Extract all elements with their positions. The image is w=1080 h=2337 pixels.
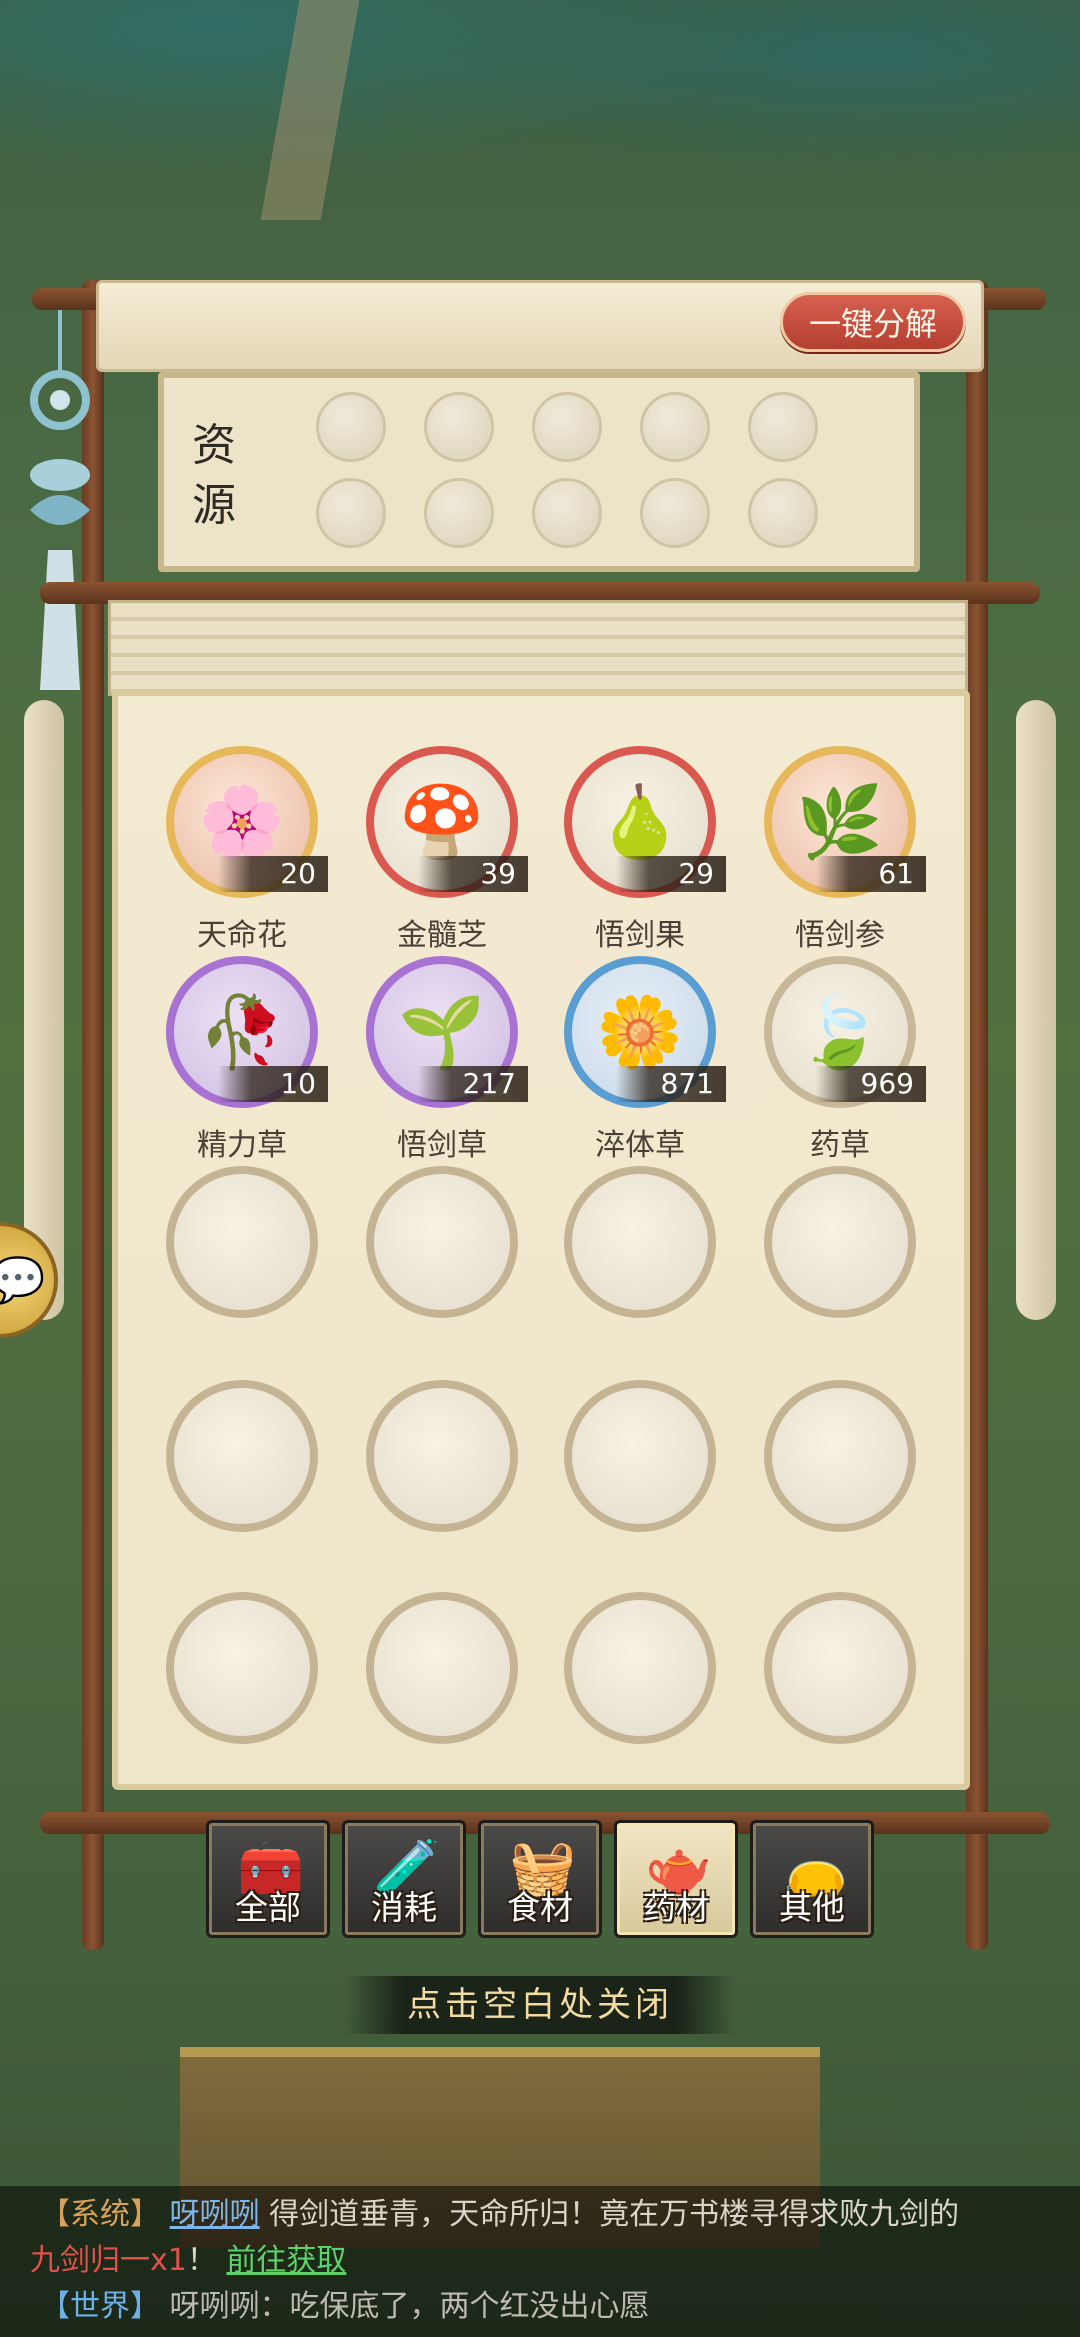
inventory-item[interactable]: 🥀 10 精力草 — [162, 956, 328, 1163]
chat-line: 九剑归一x1！ 前往获取 — [30, 2238, 346, 2284]
chat-line: 【系统】 呀咧咧 得剑道垂青，天命所归！竟在万书楼寻得求败九剑的 — [40, 2192, 959, 2238]
empty-slot[interactable] — [760, 1380, 920, 1580]
inventory-item[interactable]: 🍐 29 悟剑果 — [560, 746, 726, 953]
tab-medicine[interactable]: 🫖 药材 — [614, 1820, 738, 1938]
inventory-item[interactable]: 🍃 969 药草 — [760, 956, 926, 1163]
empty-slot-icon — [166, 1592, 318, 1744]
resource-slot[interactable] — [640, 478, 710, 548]
item-name: 淬体草 — [595, 1128, 685, 1163]
item-count: 217 — [418, 1066, 528, 1102]
close-hint[interactable]: 点击空白处关闭 — [344, 1976, 736, 2034]
empty-slot-icon — [764, 1380, 916, 1532]
ribbon-right — [1016, 700, 1056, 1320]
item-name: 悟剑果 — [595, 918, 685, 953]
empty-slot[interactable] — [560, 1592, 720, 1792]
empty-slot[interactable] — [362, 1380, 522, 1580]
chat-go-get-link[interactable]: 前往获取 — [226, 2243, 346, 2278]
background-river — [0, 0, 1080, 260]
resource-slot[interactable] — [424, 478, 494, 548]
chat-message: 呀咧咧：吃保底了，两个红没出心愿 — [169, 2289, 650, 2324]
empty-slot[interactable] — [362, 1166, 522, 1366]
resource-slot[interactable] — [424, 392, 494, 462]
empty-slot-icon — [764, 1166, 916, 1318]
empty-slot[interactable] — [362, 1592, 522, 1792]
resource-slot[interactable] — [748, 478, 818, 548]
empty-slot-icon — [166, 1380, 318, 1532]
chat-item-link[interactable]: 九剑归一x1 — [30, 2243, 187, 2278]
item-count: 20 — [218, 856, 328, 892]
resource-slot[interactable] — [316, 392, 386, 462]
inventory-item[interactable]: 🌱 217 悟剑草 — [362, 956, 528, 1163]
chat-punct: ！ — [186, 2243, 217, 2278]
decompose-all-button[interactable]: 一键分解 — [780, 292, 966, 352]
resource-slot[interactable] — [532, 392, 602, 462]
resources-panel: 资源 — [158, 372, 920, 572]
resource-slot[interactable] — [316, 478, 386, 548]
tab-all[interactable]: 🧰 全部 — [206, 1820, 330, 1938]
item-name: 悟剑参 — [795, 918, 885, 953]
empty-slot[interactable] — [162, 1592, 322, 1792]
tab-label: 食材 — [507, 1888, 573, 1927]
resource-slot[interactable] — [748, 392, 818, 462]
inventory-item[interactable]: 🌼 871 淬体草 — [560, 956, 726, 1163]
rolled-curtain — [108, 600, 968, 696]
resource-slot[interactable] — [640, 392, 710, 462]
item-count: 39 — [418, 856, 528, 892]
chat-message: 得剑道垂青，天命所归！竟在万书楼寻得求败九剑的 — [269, 2197, 960, 2232]
inventory-item[interactable]: 🌿 61 悟剑参 — [760, 746, 926, 953]
empty-slot[interactable] — [162, 1380, 322, 1580]
item-count: 10 — [218, 1066, 328, 1102]
chat-line: 【世界】 呀咧咧：吃保底了，两个红没出心愿 — [40, 2284, 650, 2330]
empty-slot[interactable] — [560, 1166, 720, 1366]
item-name: 药草 — [810, 1128, 870, 1163]
item-count: 969 — [816, 1066, 926, 1102]
item-count: 61 — [816, 856, 926, 892]
item-count: 871 — [616, 1066, 726, 1102]
empty-slot[interactable] — [560, 1380, 720, 1580]
ribbon-left — [24, 700, 64, 1320]
tab-label: 全部 — [235, 1888, 301, 1927]
item-name: 悟剑草 — [397, 1128, 487, 1163]
item-name: 天命花 — [197, 918, 287, 953]
resources-title: 资源 — [192, 420, 236, 531]
tab-label: 其他 — [779, 1888, 845, 1927]
chat-channel: 【系统】 — [40, 2197, 160, 2232]
inventory-item[interactable]: 🍄 39 金髓芝 — [362, 746, 528, 953]
tab-consumables[interactable]: 🧪 消耗 — [342, 1820, 466, 1938]
empty-slot-icon — [564, 1380, 716, 1532]
empty-slot[interactable] — [162, 1166, 322, 1366]
item-name: 金髓芝 — [397, 918, 487, 953]
empty-slot-icon — [764, 1592, 916, 1744]
empty-slot[interactable] — [760, 1592, 920, 1792]
tab-ingredients[interactable]: 🧺 食材 — [478, 1820, 602, 1938]
empty-slot-icon — [166, 1166, 318, 1318]
empty-slot[interactable] — [760, 1166, 920, 1366]
empty-slot-icon — [564, 1592, 716, 1744]
tab-label: 药材 — [643, 1888, 709, 1927]
empty-slot-icon — [564, 1166, 716, 1318]
empty-slot-icon — [366, 1380, 518, 1532]
item-count: 29 — [616, 856, 726, 892]
resource-slot[interactable] — [532, 478, 602, 548]
item-name: 精力草 — [197, 1128, 287, 1163]
tab-label: 消耗 — [371, 1888, 437, 1927]
chat-user-link[interactable]: 呀咧咧 — [170, 2197, 260, 2232]
empty-slot-icon — [366, 1592, 518, 1744]
tab-other[interactable]: 👝 其他 — [750, 1820, 874, 1938]
chat-channel: 【世界】 — [40, 2289, 160, 2324]
jade-pendant-icon — [30, 310, 90, 690]
inventory-item[interactable]: 🌸 20 天命花 — [162, 746, 328, 953]
empty-slot-icon — [366, 1166, 518, 1318]
chat-log[interactable]: 【系统】 呀咧咧 得剑道垂青，天命所归！竟在万书楼寻得求败九剑的 九剑归一x1！… — [0, 2186, 1080, 2337]
